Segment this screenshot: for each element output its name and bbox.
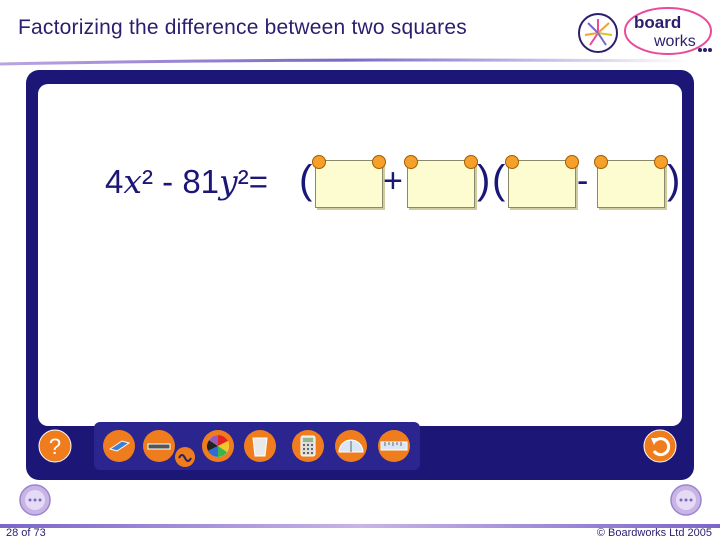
var-y: y [219, 162, 238, 201]
bin-icon [244, 430, 276, 462]
slide-counter: 28 of 73 [6, 527, 46, 539]
clear-button[interactable] [243, 429, 277, 463]
logo-text-top: board [634, 13, 681, 32]
boardworks-emblem-icon [578, 13, 618, 53]
title-underline [0, 58, 690, 66]
undo-icon [643, 429, 677, 463]
page-title: Factorizing the difference between two s… [18, 16, 467, 39]
pen-button[interactable] [142, 429, 176, 463]
help-button[interactable]: ? [38, 429, 72, 463]
whiteboard-area[interactable] [38, 84, 682, 426]
ruler-icon [378, 430, 410, 462]
answer-box-1[interactable] [312, 155, 386, 208]
pen-icon [143, 430, 175, 462]
next-slide-button[interactable] [670, 484, 702, 516]
open-paren-1: ( [299, 158, 313, 202]
ruler-button[interactable] [377, 429, 411, 463]
answer-box-4[interactable] [594, 155, 668, 208]
minus-sign: - [152, 163, 183, 200]
open-paren-2: ( [492, 158, 506, 202]
equation-lhs: 4x² - 81y²= [105, 155, 268, 209]
protractor-button[interactable] [334, 429, 368, 463]
color-wheel-button[interactable] [201, 429, 235, 463]
color-wheel-icon [202, 430, 234, 462]
undo-button[interactable] [643, 429, 677, 463]
exp-b: ² [237, 163, 249, 200]
plus-sign: + [383, 162, 403, 200]
close-paren-2: ) [667, 158, 681, 202]
var-x: x [123, 162, 142, 201]
equals-sign: = [248, 163, 268, 200]
previous-slide-button[interactable] [19, 484, 51, 516]
copyright-text: © Boardworks Ltd 2005 [596, 527, 712, 539]
close-paren-1: ) [477, 158, 491, 202]
boardworks-logo: board works [624, 5, 716, 57]
coef-a: 4 [105, 163, 124, 200]
exp-a: ² [141, 163, 153, 200]
answer-box-2[interactable] [404, 155, 478, 208]
squiggle-icon [175, 447, 195, 467]
protractor-icon [335, 430, 367, 462]
answer-box-3[interactable] [505, 155, 579, 208]
eraser-button[interactable] [102, 429, 136, 463]
question-icon: ? [49, 434, 61, 459]
line-color-button[interactable] [174, 446, 196, 468]
minus-op-sign: - [577, 162, 589, 200]
eraser-icon [103, 430, 135, 462]
coef-b: 81 [182, 163, 220, 200]
calculator-icon [292, 430, 324, 462]
calculator-button[interactable] [291, 429, 325, 463]
logo-text-bottom: works [653, 33, 696, 50]
